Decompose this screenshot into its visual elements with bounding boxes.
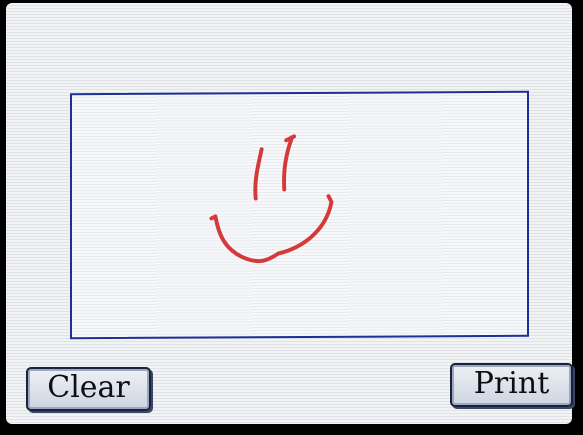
ink-stroke-smile — [209, 194, 334, 264]
clear-button[interactable]: Clear — [26, 367, 151, 411]
drawing-canvas[interactable] — [70, 90, 529, 340]
ink-stroke-right-eye — [282, 135, 295, 192]
ink-stroke-left-eye — [253, 147, 264, 201]
screen: Clear Print — [6, 3, 573, 424]
drawing-sketch — [209, 134, 334, 264]
print-button[interactable]: Print — [450, 363, 573, 407]
